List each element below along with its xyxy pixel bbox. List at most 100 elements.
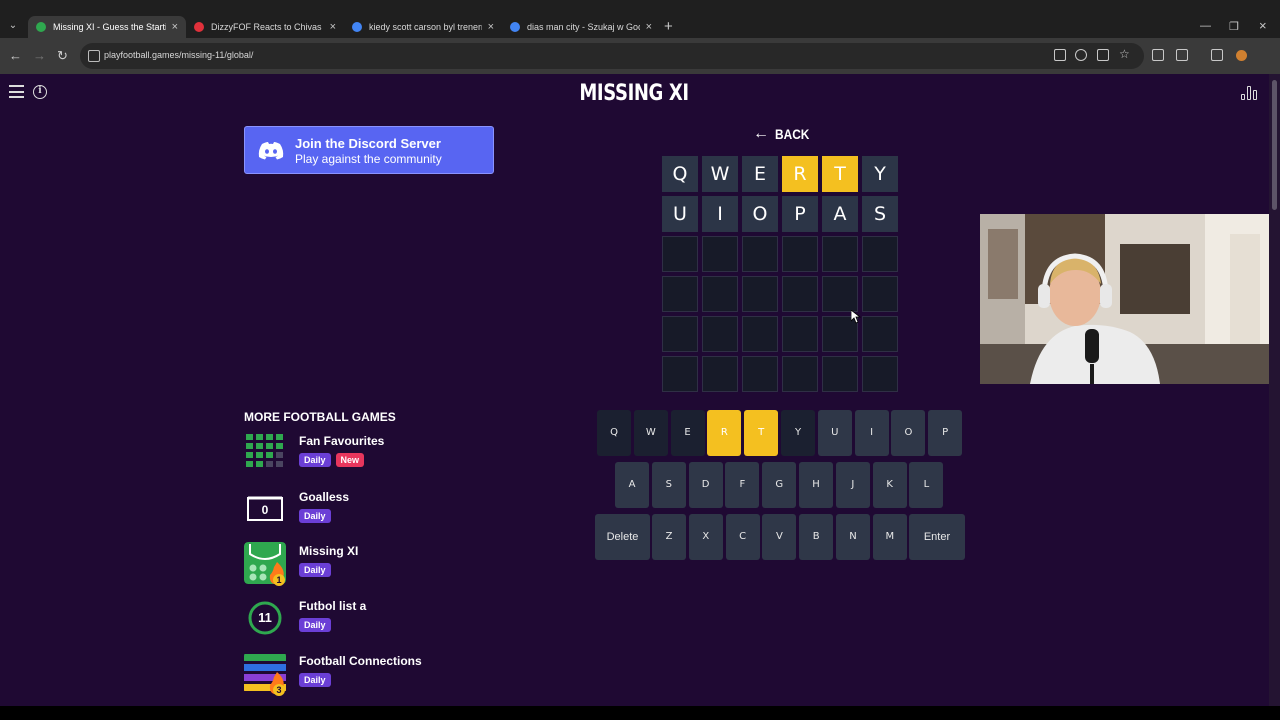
translate-icon[interactable]	[1054, 49, 1066, 61]
address-bar[interactable]: playfootball.games/missing-11/global/	[80, 43, 1144, 69]
key-delete[interactable]: Delete	[595, 514, 650, 560]
game-item-futbol-list-a[interactable]: 11 Futbol list a Daily	[244, 597, 484, 645]
key-p[interactable]: P	[928, 410, 963, 456]
grid-cell: Y	[862, 156, 898, 192]
tab-search-icon[interactable]: ⌄	[6, 19, 20, 33]
grid-cell	[862, 356, 898, 392]
game-item-goalless[interactable]: 0 Goalless Daily	[244, 488, 484, 536]
key-d[interactable]: D	[688, 462, 723, 508]
reading-list-icon[interactable]	[1211, 49, 1223, 61]
grid-cell	[662, 276, 698, 312]
grid-cell: R	[782, 156, 818, 192]
grid-cell	[862, 316, 898, 352]
game-name: Futbol list a	[299, 599, 367, 613]
grid-cell	[742, 316, 778, 352]
grid-cell	[782, 356, 818, 392]
fan-favourites-icon	[246, 434, 283, 467]
key-u[interactable]: U	[817, 410, 852, 456]
scrollbar-thumb[interactable]	[1272, 80, 1277, 210]
browser-tab[interactable]: kiedy scott carson byl trenerm ×	[344, 16, 502, 38]
key-enter[interactable]: Enter	[909, 514, 965, 560]
profile-avatar[interactable]	[1236, 50, 1247, 61]
browser-tab[interactable]: dias man city - Szukaj w Google ×	[502, 16, 660, 38]
key-t[interactable]: T	[744, 410, 779, 456]
new-badge: New	[335, 453, 365, 467]
grid-cell: E	[742, 156, 778, 192]
browser-toolbar: ← → ↻ playfootball.games/missing-11/glob…	[0, 38, 1280, 74]
key-w[interactable]: W	[633, 410, 668, 456]
daily-badge: Daily	[299, 509, 331, 523]
game-item-football-connections[interactable]: 3 Football Connections Daily	[244, 652, 484, 700]
key-q[interactable]: Q	[597, 410, 631, 456]
key-o[interactable]: O	[891, 410, 926, 456]
grid-cell: O	[742, 196, 778, 232]
key-s[interactable]: S	[651, 462, 686, 508]
key-v[interactable]: V	[762, 514, 797, 560]
key-g[interactable]: G	[762, 462, 797, 508]
extensions-icon[interactable]	[1176, 49, 1188, 61]
key-f[interactable]: F	[725, 462, 760, 508]
grid-cell	[782, 236, 818, 272]
grid-cell	[702, 276, 738, 312]
stats-icon[interactable]	[1241, 85, 1259, 100]
minimize-icon[interactable]: —	[1200, 20, 1211, 32]
key-r[interactable]: R	[707, 410, 742, 456]
restore-icon[interactable]: ❐	[1229, 20, 1239, 33]
browser-tab-bar: ⌄ Missing XI - Guess the Starting × DizzyF…	[0, 0, 1280, 38]
tab-close-icon[interactable]: ×	[172, 21, 178, 33]
grid-cell	[782, 276, 818, 312]
zoom-icon[interactable]	[1075, 49, 1087, 61]
key-l[interactable]: L	[909, 462, 944, 508]
grid-cell	[662, 316, 698, 352]
key-m[interactable]: M	[872, 514, 907, 560]
tab-close-icon[interactable]: ×	[646, 21, 652, 33]
tab-close-icon[interactable]: ×	[330, 21, 336, 33]
site-info-icon[interactable]	[88, 50, 100, 62]
back-button[interactable]: ← BACK	[753, 126, 815, 143]
close-window-icon[interactable]: ×	[1259, 18, 1267, 33]
install-icon[interactable]	[1097, 49, 1109, 61]
bookmark-star-icon[interactable]: ☆	[1119, 47, 1131, 61]
grid-cell: Q	[662, 156, 698, 192]
goalless-icon-text: 0	[261, 503, 269, 517]
key-x[interactable]: X	[688, 514, 723, 560]
key-c[interactable]: C	[725, 514, 760, 560]
key-j[interactable]: J	[835, 462, 870, 508]
streak-count: 3	[273, 684, 285, 696]
key-b[interactable]: B	[799, 514, 834, 560]
key-y[interactable]: Y	[781, 410, 815, 456]
discord-icon	[258, 142, 284, 160]
forward-nav-icon[interactable]: →	[33, 48, 46, 64]
key-i[interactable]: I	[854, 410, 889, 456]
grid-cell	[822, 236, 858, 272]
key-n[interactable]: N	[836, 514, 870, 560]
tab-label: Missing XI - Guess the Starting	[53, 22, 166, 32]
grid-cell: T	[822, 156, 858, 192]
discord-banner[interactable]: Join the Discord Server Play against the…	[244, 126, 494, 174]
grid-cell: U	[662, 196, 698, 232]
info-icon[interactable]: i	[33, 85, 47, 99]
key-z[interactable]: Z	[652, 514, 686, 560]
browser-tab[interactable]: DizzyFOF Reacts to Chivas - De ×	[186, 16, 344, 38]
key-h[interactable]: H	[799, 462, 833, 508]
reload-icon[interactable]: ↻	[57, 48, 68, 64]
tab-label: dias man city - Szukaj w Google	[527, 22, 640, 32]
key-k[interactable]: K	[872, 462, 907, 508]
grid-cell	[742, 356, 778, 392]
game-item-fan-favourites[interactable]: Fan Favourites Daily New	[244, 432, 484, 480]
bottom-edge	[0, 706, 1280, 720]
key-a[interactable]: A	[615, 462, 649, 508]
tab-close-icon[interactable]: ×	[488, 21, 494, 33]
key-e[interactable]: E	[670, 410, 705, 456]
new-tab-button[interactable]: +	[664, 19, 673, 34]
grid-cell	[862, 236, 898, 272]
url-text: playfootball.games/missing-11/global/	[104, 50, 254, 60]
cast-icon[interactable]	[1152, 49, 1164, 61]
browser-tab[interactable]: Missing XI - Guess the Starting ×	[28, 16, 186, 38]
webcam-overlay	[980, 214, 1280, 384]
game-item-missing-xi[interactable]: 1 Missing XI Daily	[244, 542, 484, 590]
back-nav-icon[interactable]: ←	[9, 48, 22, 64]
grid-cell	[742, 276, 778, 312]
game-name: Fan Favourites	[299, 434, 385, 448]
menu-icon[interactable]	[9, 85, 24, 98]
